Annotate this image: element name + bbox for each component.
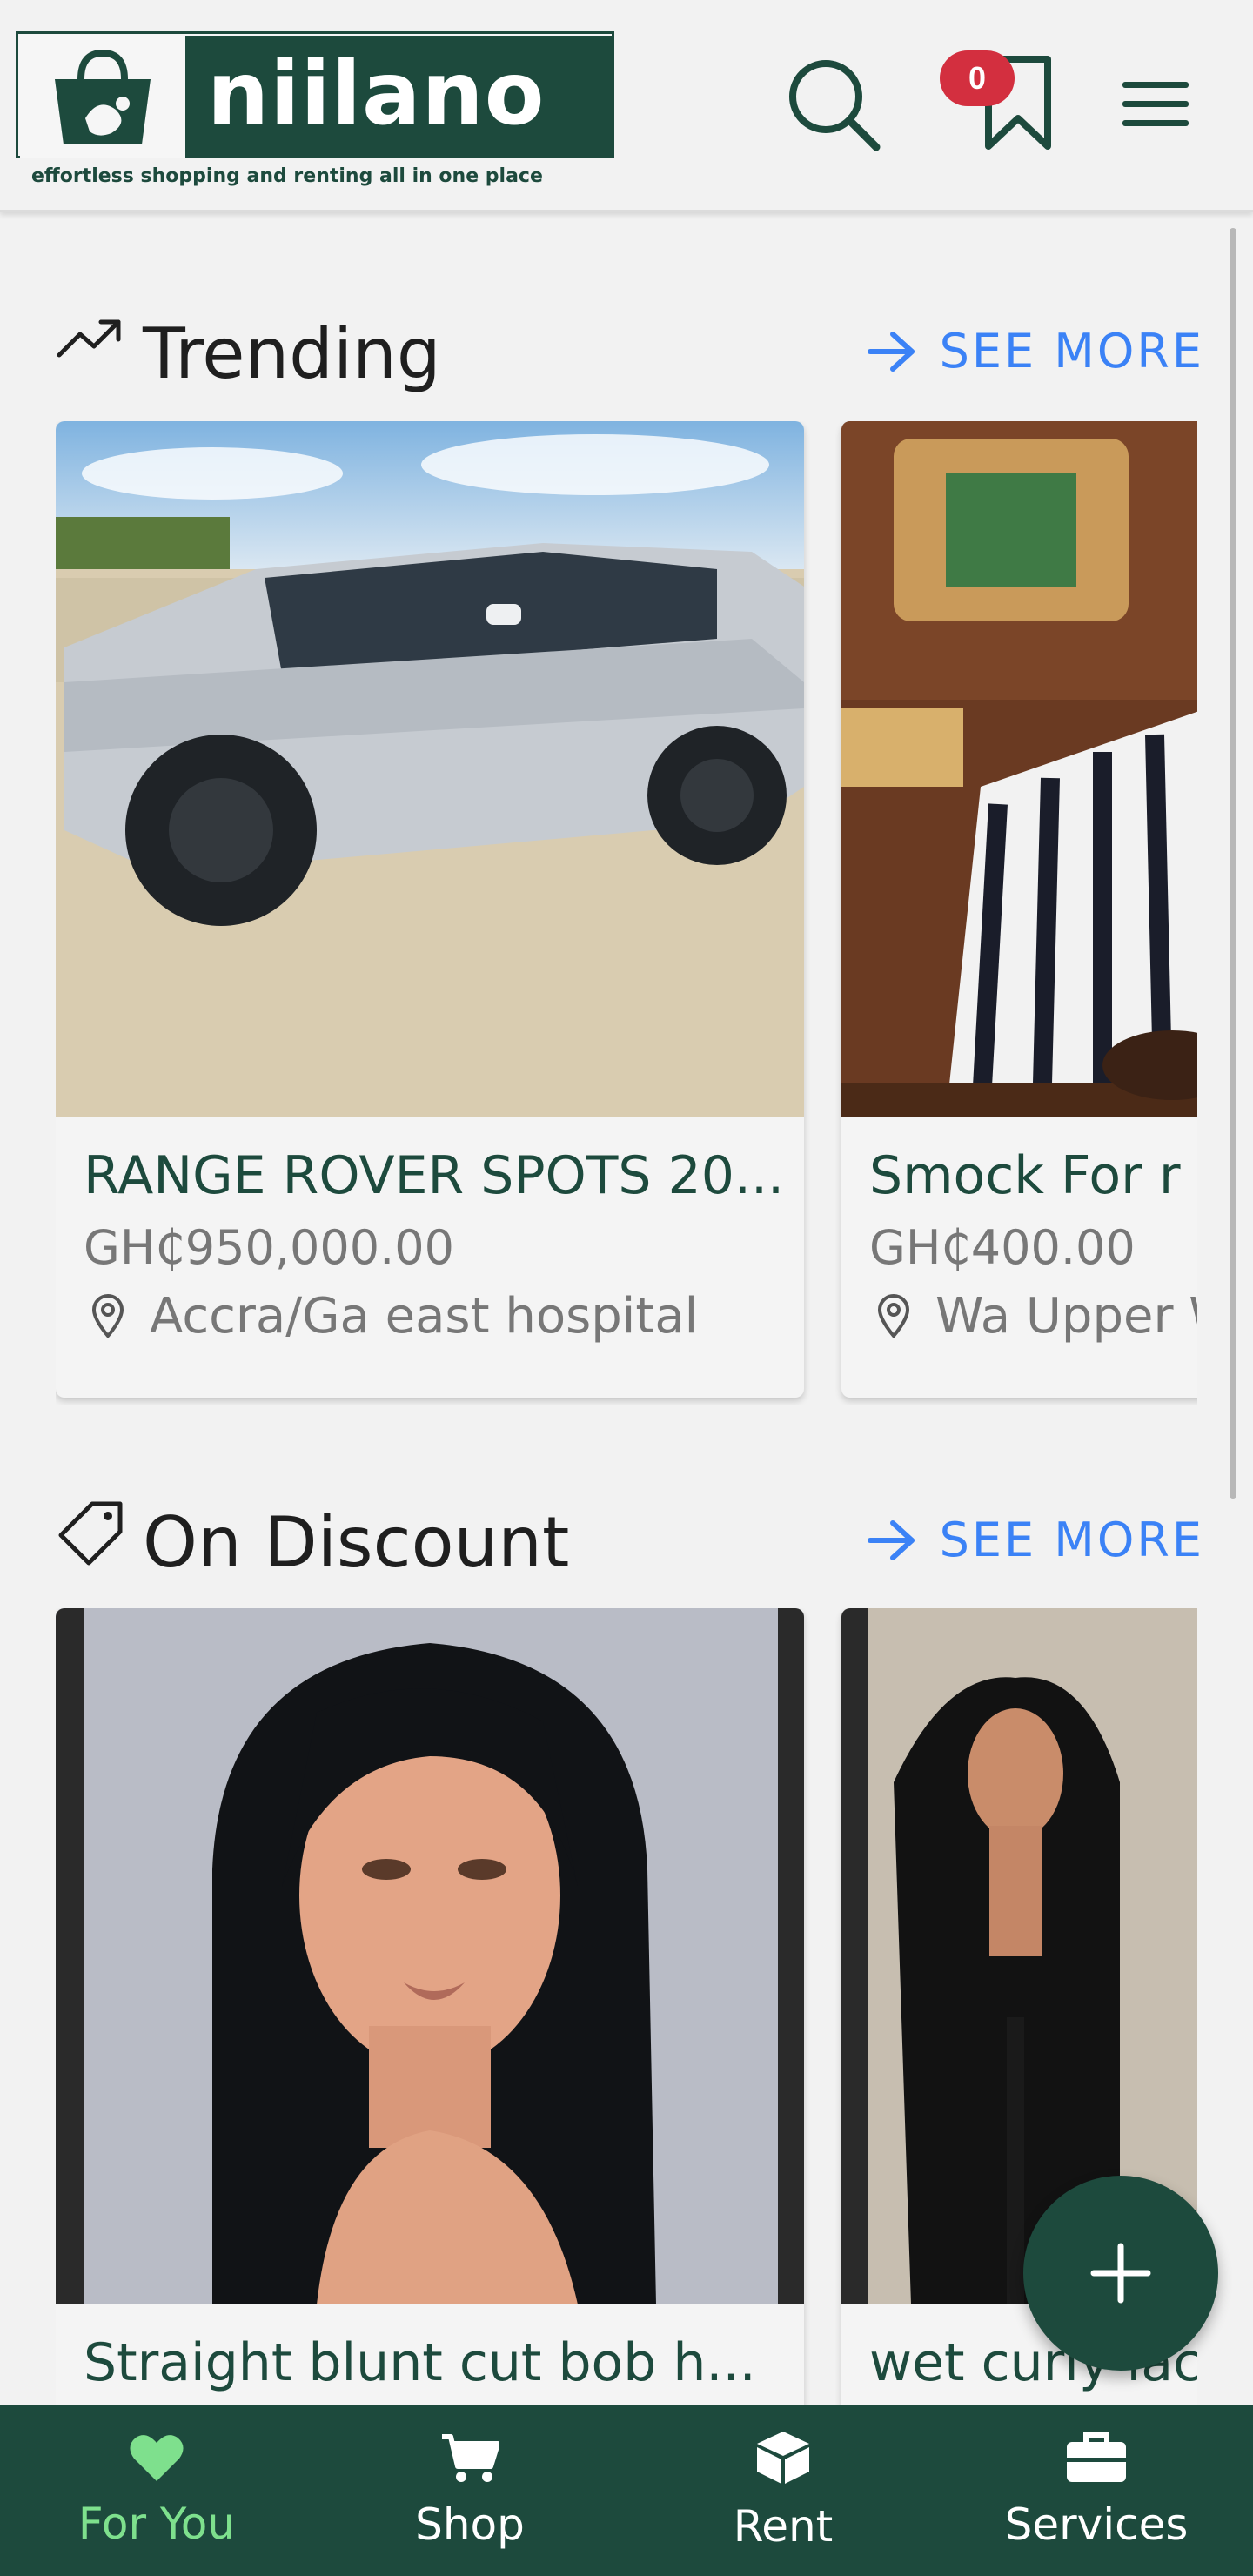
nav-label: Rent — [733, 2501, 834, 2552]
product-card[interactable]: RANGE ROVER SPOTS 20... GH₵950,000.00 Ac… — [56, 421, 804, 1398]
see-more-label: SEE MORE — [939, 1513, 1204, 1567]
add-listing-button[interactable] — [1023, 2176, 1218, 2371]
brand-logo[interactable]: niilano — [16, 31, 614, 158]
logo-tagline: effortless shopping and renting all in o… — [31, 165, 543, 187]
product-image-car — [56, 421, 804, 1117]
nav-for-you[interactable]: For You — [0, 2405, 313, 2576]
wishlist-count-badge: 0 — [940, 50, 1015, 106]
menu-button[interactable] — [1103, 52, 1208, 157]
trending-up-icon — [57, 319, 121, 358]
briefcase-icon — [1067, 2432, 1126, 2482]
search-button[interactable] — [781, 52, 886, 157]
nav-label: Shop — [415, 2499, 525, 2550]
trending-section-header: Trending SEE MORE — [56, 301, 1204, 394]
price-tag-icon — [58, 1501, 123, 1566]
nav-shop[interactable]: Shop — [313, 2405, 626, 2576]
product-title: Straight blunt cut bob h... — [84, 2332, 756, 2393]
arrow-right-icon — [867, 1519, 915, 1560]
product-price: GH₵400.00 — [869, 1220, 1136, 1275]
product-location: Wa Upper W — [869, 1288, 1197, 1345]
discount-section-header: On Discount SEE MORE — [56, 1490, 1204, 1583]
scrollbar[interactable] — [1230, 228, 1236, 1499]
trending-carousel[interactable]: RANGE ROVER SPOTS 20... GH₵950,000.00 Ac… — [56, 421, 1197, 1405]
nav-rent[interactable]: Rent — [626, 2405, 940, 2576]
location-text: Wa Upper W — [935, 1288, 1197, 1345]
product-title: RANGE ROVER SPOTS 20... — [84, 1145, 785, 1206]
location-pin-icon — [877, 1293, 910, 1338]
product-image-bob-wig — [56, 1608, 804, 2304]
nav-label: For You — [77, 2499, 236, 2549]
box-icon — [757, 2432, 809, 2484]
search-icon — [789, 60, 881, 151]
logo-wordmark: niilano — [207, 43, 546, 144]
discount-see-more-link[interactable]: SEE MORE — [867, 1513, 1204, 1567]
heart-icon — [130, 2435, 184, 2481]
product-card[interactable]: Smock For r GH₵400.00 Wa Upper W — [841, 421, 1197, 1398]
location-pin-icon — [91, 1293, 124, 1338]
plus-icon — [1090, 2243, 1151, 2304]
section-title: On Discount — [143, 1502, 570, 1583]
bottom-navigation: For You Shop Rent Services — [0, 2405, 1253, 2576]
product-price: GH₵950,000.00 — [84, 1220, 454, 1275]
shopping-bag-logo-icon — [20, 36, 185, 158]
product-card[interactable]: Straight blunt cut bob h... — [56, 1608, 804, 2405]
section-title: Trending — [143, 313, 441, 394]
location-text: Accra/Ga east hospital — [150, 1288, 699, 1345]
nav-services[interactable]: Services — [940, 2405, 1253, 2576]
hamburger-menu-icon — [1122, 82, 1189, 126]
app-header: niilano effortless shopping and renting … — [0, 0, 1253, 212]
nav-label: Services — [1004, 2499, 1189, 2550]
see-more-label: SEE MORE — [939, 324, 1204, 379]
product-title: Smock For r — [869, 1145, 1181, 1206]
cart-icon — [442, 2434, 499, 2482]
product-location: Accra/Ga east hospital — [84, 1288, 698, 1345]
arrow-right-icon — [867, 331, 915, 372]
trending-see-more-link[interactable]: SEE MORE — [867, 324, 1204, 379]
product-image-smock — [841, 421, 1197, 1117]
